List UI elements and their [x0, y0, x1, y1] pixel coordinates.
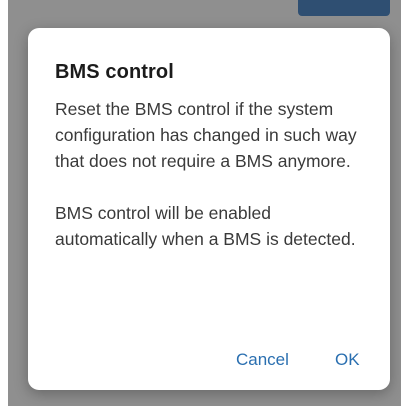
cancel-button[interactable]: Cancel	[228, 342, 297, 378]
bms-control-dialog: BMS control Reset the BMS control if the…	[28, 28, 390, 390]
dialog-actions: Cancel OK	[28, 328, 390, 390]
ok-button[interactable]: OK	[327, 342, 368, 378]
dialog-message: Reset the BMS control if the system conf…	[55, 96, 371, 252]
dialog-title: BMS control	[55, 61, 174, 83]
dialog-paragraph-auto-enable: BMS control will be enabled automaticall…	[55, 203, 356, 249]
dialog-paragraph-reset: Reset the BMS control if the system conf…	[55, 99, 357, 171]
background-button	[298, 0, 390, 16]
screen: BMS control Reset the BMS control if the…	[0, 0, 401, 406]
